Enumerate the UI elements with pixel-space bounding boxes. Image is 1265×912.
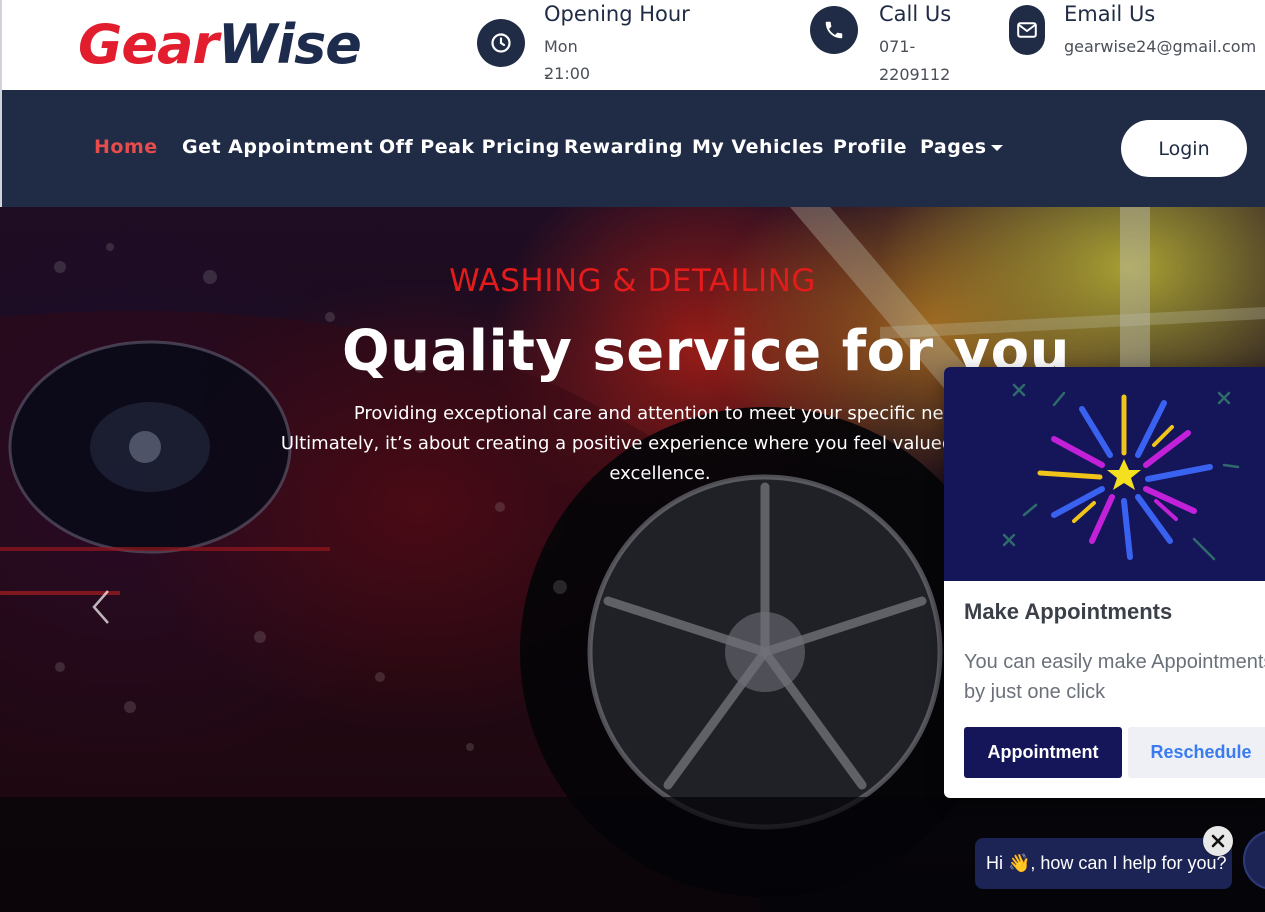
chat-greeting-bubble[interactable]: Hi 👋, how can I help for you? xyxy=(975,838,1232,889)
call-us-title: Call Us xyxy=(879,2,952,26)
nav-pages-label: Pages xyxy=(920,136,987,158)
nav-get-appointment[interactable]: Get Appointment xyxy=(182,136,373,158)
nav-my-vehicles[interactable]: My Vehicles xyxy=(692,136,824,158)
call-us-number[interactable]: 071-2209112 xyxy=(879,33,950,89)
chat-greeting-text: Hi 👋, how can I help for you? xyxy=(986,853,1227,873)
nav-profile[interactable]: Profile xyxy=(833,136,907,158)
phone-icon xyxy=(810,6,858,54)
top-header: GearWise Opening Hour Mon - sat, 8:00 - … xyxy=(0,0,1265,168)
main-navbar: Home Get Appointment Off Peak Pricing Re… xyxy=(0,90,1265,207)
opening-hour-line2: 21:00 xyxy=(544,64,591,83)
nav-off-peak-pricing[interactable]: Off Peak Pricing xyxy=(379,136,560,158)
appointment-popup: Make Appointments You can easily make Ap… xyxy=(944,367,1265,798)
popup-body: You can easily make Appointments by just… xyxy=(964,647,1265,707)
popup-body-line2: by just one click xyxy=(964,681,1106,703)
login-button[interactable]: Login xyxy=(1121,120,1247,177)
reschedule-button[interactable]: Reschedule xyxy=(1128,727,1265,778)
caret-down-icon xyxy=(990,144,1003,151)
email-us-title: Email Us xyxy=(1064,2,1156,26)
hero-tagline: WASHING & DETAILING xyxy=(449,263,816,299)
nav-home[interactable]: Home xyxy=(94,136,158,158)
close-icon[interactable] xyxy=(1203,826,1233,856)
fireworks-icon xyxy=(1002,383,1240,561)
carousel-prev-arrow-icon[interactable] xyxy=(86,587,114,627)
nav-rewarding[interactable]: Rewarding xyxy=(564,136,683,158)
nav-pages-dropdown[interactable]: Pages xyxy=(920,136,1003,158)
brand-logo-part1: Gear xyxy=(78,13,219,76)
appointment-button[interactable]: Appointment xyxy=(964,727,1122,778)
popup-body-line1: You can easily make Appointments xyxy=(964,651,1265,673)
email-us-address[interactable]: gearwise24@gmail.com xyxy=(1064,33,1256,61)
envelope-icon xyxy=(1009,5,1045,55)
brand-logo-part2: Wise xyxy=(218,13,362,76)
opening-hour-title: Opening Hour xyxy=(544,2,690,26)
popup-title: Make Appointments xyxy=(964,599,1173,624)
clock-icon xyxy=(477,19,525,67)
popup-banner xyxy=(944,367,1265,581)
brand-logo[interactable]: GearWise xyxy=(78,10,362,80)
